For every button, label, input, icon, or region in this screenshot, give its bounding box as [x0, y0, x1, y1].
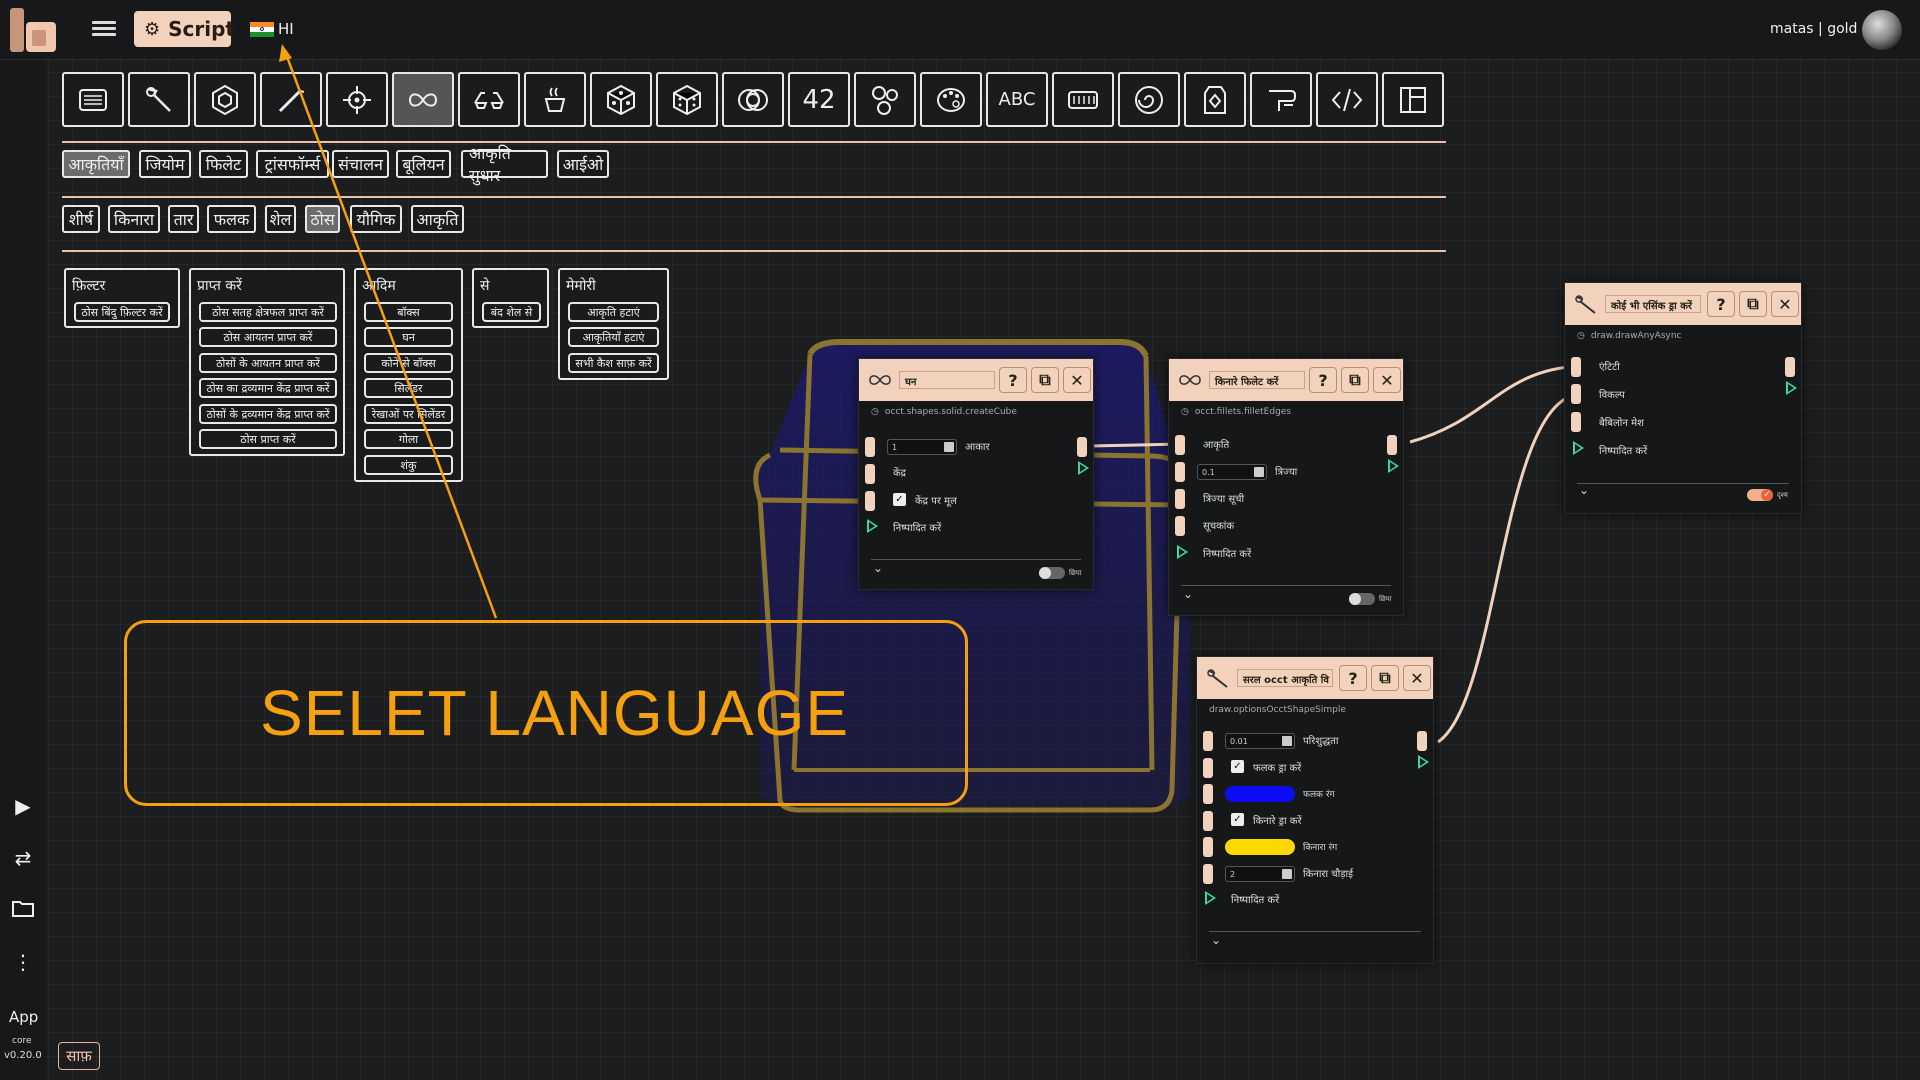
annotation-text: SELET LANGUAGE [260, 677, 850, 749]
callout-arrow-icon [279, 44, 498, 619]
